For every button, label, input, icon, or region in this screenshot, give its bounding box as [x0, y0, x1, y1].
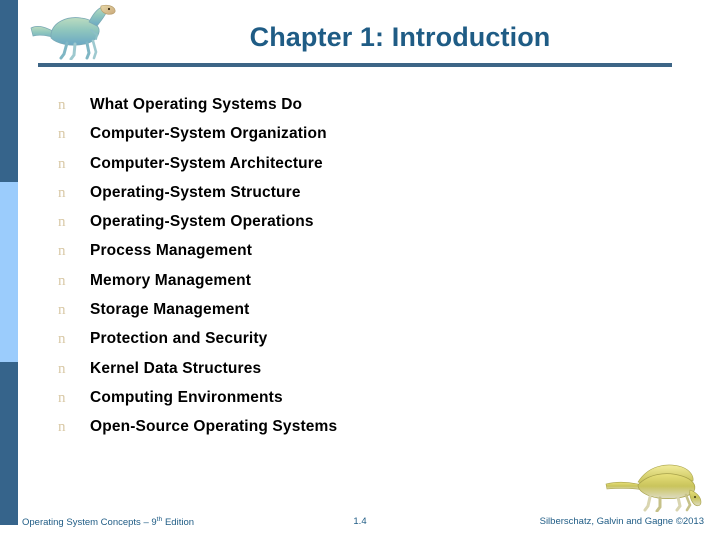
bullet-square-icon: n — [58, 272, 66, 289]
list-item-label: Computing Environments — [90, 388, 283, 406]
list-item-label: Memory Management — [90, 271, 252, 289]
list-item-label: Protection and Security — [90, 330, 268, 348]
bullet-square-icon: n — [58, 389, 66, 406]
list-item[interactable]: n Computer-System Architecture — [58, 155, 658, 184]
bullet-square-icon: n — [58, 184, 66, 201]
page-title: Chapter 1: Introduction — [249, 22, 551, 52]
list-item[interactable]: n Computer-System Organization — [58, 125, 658, 154]
list-item-label: Computer-System Organization — [90, 125, 327, 143]
list-item-label: Computer-System Architecture — [90, 154, 323, 172]
list-item[interactable]: n Storage Management — [58, 301, 658, 330]
slide-canvas: Chapter 1: Introduction n What Operating… — [0, 0, 720, 540]
list-item-label: Operating-System Structure — [90, 183, 301, 201]
list-item[interactable]: n Kernel Data Structures — [58, 360, 658, 389]
bullet-square-icon: n — [58, 214, 66, 231]
list-item-label: Kernel Data Structures — [90, 359, 262, 377]
sidebar-accent-middle — [0, 182, 18, 362]
bullet-square-icon: n — [58, 126, 66, 143]
list-item-label: Storage Management — [90, 301, 250, 319]
footer-copyright: Silberschatz, Galvin and Gagne ©2013 — [539, 516, 704, 527]
bullet-square-icon: n — [58, 360, 66, 377]
bullet-square-icon: n — [58, 302, 66, 319]
bullet-square-icon: n — [58, 419, 66, 436]
slide-footer: Operating System Concepts – 9th Edition … — [0, 506, 720, 540]
title-underline-rule — [38, 63, 672, 67]
list-item[interactable]: n Protection and Security — [58, 330, 658, 359]
dinosaur-icon — [30, 4, 116, 60]
bullet-square-icon: n — [58, 243, 66, 260]
list-item[interactable]: n Operating-System Operations — [58, 213, 658, 242]
agenda-list: n What Operating Systems Do n Computer-S… — [58, 96, 658, 448]
list-item[interactable]: n Memory Management — [58, 272, 658, 301]
list-item-label: Operating-System Operations — [90, 213, 314, 231]
list-item[interactable]: n Process Management — [58, 242, 658, 271]
sidebar-accent-bottom — [0, 362, 18, 525]
dinosaur-icon — [605, 464, 702, 512]
list-item[interactable]: n Computing Environments — [58, 389, 658, 418]
bullet-square-icon: n — [58, 155, 66, 172]
bullet-square-icon: n — [58, 97, 66, 113]
list-item[interactable]: n Open-Source Operating Systems — [58, 418, 658, 447]
list-item-label: Open-Source Operating Systems — [90, 418, 338, 436]
title-area: Chapter 1: Introduction — [0, 0, 720, 67]
list-item[interactable]: n What Operating Systems Do — [58, 96, 658, 125]
list-item-label: Process Management — [90, 242, 253, 260]
list-item[interactable]: n Operating-System Structure — [58, 184, 658, 213]
bullet-square-icon: n — [58, 331, 66, 348]
list-item-label: What Operating Systems Do — [90, 96, 303, 113]
